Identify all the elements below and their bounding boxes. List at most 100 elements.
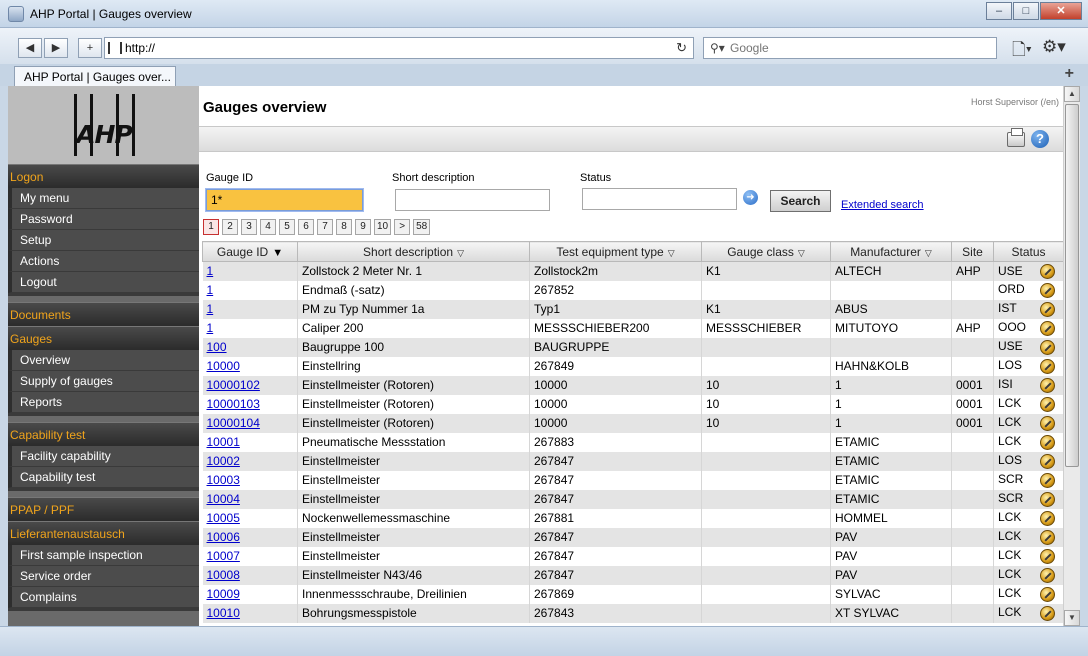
status-select-icon[interactable]: ➜ [743,190,758,205]
back-button[interactable]: ◀ [18,38,42,58]
column-header-gauge-id[interactable]: Gauge ID ▼ [202,241,298,262]
table-row[interactable]: 10003 Einstellmeister 267847 ETAMIC SCR [202,470,1063,490]
edit-gauge-icon[interactable] [1040,396,1055,412]
table-row[interactable]: 10000104 Einstellmeister (Rotoren) 10000 10… [202,413,1063,433]
table-row[interactable]: 1 Caliper 200 MESSSCHIEBER200 MESSSCHIEBER M… [202,318,1063,338]
gauge-id-link[interactable]: 10008 [207,568,240,582]
sidebar-section-lieferantenaustausch[interactable]: Lieferantenaustausch [8,521,199,545]
sidebar-item-my-menu[interactable]: My menu [8,188,199,209]
gauge-id-link[interactable]: 1 [207,321,214,335]
browser-tab[interactable]: AHP Portal | Gauges over... [14,66,176,86]
page-button[interactable]: 5 [279,219,295,235]
add-bookmark-button[interactable]: + [78,38,102,58]
close-window-button[interactable]: ✕ [1040,2,1082,20]
table-row[interactable]: 10005 Nockenwellemessmaschine 267881 HOMMEL… [202,508,1063,528]
table-row[interactable]: 100 Baugruppe 100 BAUGRUPPE USE [202,337,1063,357]
gauge-id-link[interactable]: 1 [207,302,214,316]
search-icon[interactable]: ⚲▾ [710,41,725,55]
sort-icon[interactable]: ▽ [668,248,675,258]
table-row[interactable]: 10004 Einstellmeister 267847 ETAMIC SCR [202,489,1063,509]
table-row[interactable]: 1 Endmaß (-satz) 267852 ORD [202,280,1063,300]
page-menu-icon[interactable]: 🗋▾ [1012,37,1032,66]
gauge-id-link[interactable]: 10002 [207,454,240,468]
sidebar-item-password[interactable]: Password [8,209,199,230]
edit-gauge-icon[interactable] [1040,263,1055,279]
page-button[interactable]: 6 [298,219,314,235]
forward-button[interactable]: ▶ [44,38,68,58]
gauge-id-link[interactable]: 10000104 [207,416,260,430]
column-header-test-equipment-type[interactable]: Test equipment type ▽ [529,241,702,262]
table-row[interactable]: 10000102 Einstellmeister (Rotoren) 10000 10… [202,375,1063,395]
gauge-id-link[interactable]: 10010 [207,606,240,620]
table-row[interactable]: 10008 Einstellmeister N43/46 267847 PAV LCK [202,565,1063,585]
sort-icon[interactable]: ▽ [457,248,464,258]
edit-gauge-icon[interactable] [1040,510,1055,526]
web-search-input[interactable] [730,40,990,56]
web-search-box[interactable]: ⚲▾ [703,37,997,59]
gauge-id-link[interactable]: 10003 [207,473,240,487]
vertical-scrollbar[interactable]: ▲ ▼ [1063,86,1080,626]
table-row[interactable]: 1 Zollstock 2 Meter Nr. 1 Zollstock2m K1 ALT… [202,261,1063,281]
table-row[interactable]: 10000103 Einstellmeister (Rotoren) 10000 10… [202,394,1063,414]
sort-desc-icon[interactable]: ▼ [272,247,283,259]
sidebar-section-gauges[interactable]: Gauges [8,326,199,350]
page-button[interactable]: 10 [374,219,392,235]
status-input[interactable] [582,188,737,210]
gauge-id-input[interactable] [206,189,363,211]
extended-search-link[interactable]: Extended search [841,199,924,211]
page-button[interactable]: 7 [317,219,333,235]
edit-gauge-icon[interactable] [1040,453,1055,469]
print-icon[interactable] [1007,128,1025,147]
table-row[interactable]: 10002 Einstellmeister 267847 ETAMIC LOS [202,451,1063,471]
scroll-thumb[interactable] [1065,104,1079,467]
edit-gauge-icon[interactable] [1040,491,1055,507]
sidebar-item-complains[interactable]: Complains [8,587,199,608]
page-button[interactable]: 2 [222,219,238,235]
gauge-id-link[interactable]: 10005 [207,511,240,525]
gauge-id-link[interactable]: 10006 [207,530,240,544]
maximize-button[interactable]: □ [1013,2,1039,20]
next-page-button[interactable]: > [394,219,411,235]
table-row[interactable]: 10009 Innenmessschraube, Dreilinien 267869… [202,584,1063,604]
sidebar-section-ppap[interactable]: PPAP / PPF [8,497,199,521]
edit-gauge-icon[interactable] [1040,434,1055,450]
page-button[interactable]: 3 [241,219,257,235]
edit-gauge-icon[interactable] [1040,548,1055,564]
sidebar-section-documents[interactable]: Documents [8,302,199,326]
sort-icon[interactable]: ▽ [925,248,932,258]
sidebar-item-first-sample-inspection[interactable]: First sample inspection [8,545,199,566]
edit-gauge-icon[interactable] [1040,567,1055,583]
column-header-gauge-class[interactable]: Gauge class ▽ [701,241,831,262]
edit-gauge-icon[interactable] [1040,529,1055,545]
edit-gauge-icon[interactable] [1040,415,1055,431]
sidebar-item-setup[interactable]: Setup [8,230,199,251]
edit-gauge-icon[interactable] [1040,358,1055,374]
table-row[interactable]: 10001 Pneumatische Messstation 267883 ETAMI… [202,432,1063,452]
search-button[interactable]: Search [770,190,831,212]
scroll-down-arrow[interactable]: ▼ [1064,610,1080,626]
gear-menu-icon[interactable]: ⚙▾ [1042,37,1066,57]
sidebar-item-service-order[interactable]: Service order [8,566,199,587]
gauge-id-link[interactable]: 10004 [207,492,240,506]
address-bar[interactable]: http:// ↻ [104,37,694,59]
sidebar-item-logout[interactable]: Logout [8,272,199,293]
gauge-id-link[interactable]: 1 [207,283,214,297]
gauge-id-link[interactable]: 1 [207,264,214,278]
new-tab-icon[interactable]: + [1065,65,1074,83]
sidebar-item-supply-of-gauges[interactable]: Supply of gauges [8,371,199,392]
reload-icon[interactable]: ↻ [676,40,687,56]
table-row[interactable]: 10000 Einstellring 267849 HAHN&KOLB LOS [202,356,1063,376]
page-button[interactable]: 8 [336,219,352,235]
minimize-button[interactable]: – [986,2,1012,20]
gauge-id-link[interactable]: 10000103 [207,397,260,411]
edit-gauge-icon[interactable] [1040,472,1055,488]
edit-gauge-icon[interactable] [1040,320,1055,336]
sidebar-item-reports[interactable]: Reports [8,392,199,413]
last-page-button[interactable]: 58 [413,219,431,235]
gauge-id-link[interactable]: 10000102 [207,378,260,392]
sidebar-item-actions[interactable]: Actions [8,251,199,272]
edit-gauge-icon[interactable] [1040,377,1055,393]
help-icon[interactable]: ? [1031,130,1049,148]
page-button[interactable]: 4 [260,219,276,235]
edit-gauge-icon[interactable] [1040,282,1055,298]
